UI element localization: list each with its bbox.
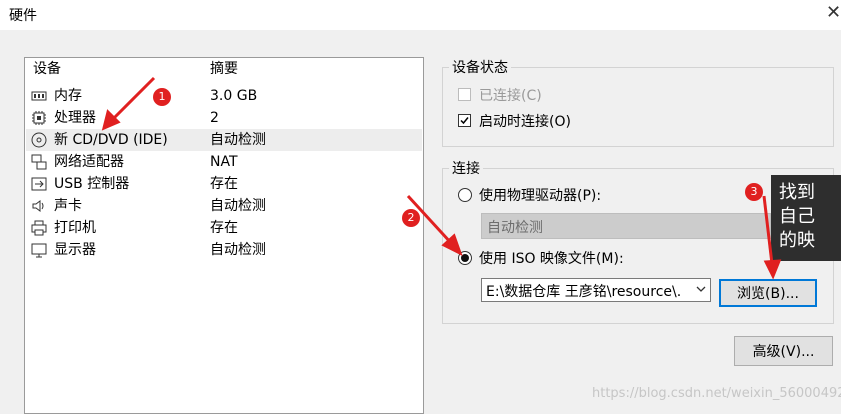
annotation-badge-1: 1 — [153, 88, 171, 106]
annotation-arrowhead-3 — [763, 259, 782, 280]
watermark: https://blog.csdn.net/weixin_56000492 — [592, 386, 841, 401]
annotation-badge-2: 2 — [402, 209, 420, 227]
annotation-arrow-1 — [110, 76, 156, 122]
annotation-arrow-3 — [762, 195, 774, 265]
annotation-badge-3: 3 — [745, 183, 763, 201]
annotation-arrows — [101, 76, 782, 280]
